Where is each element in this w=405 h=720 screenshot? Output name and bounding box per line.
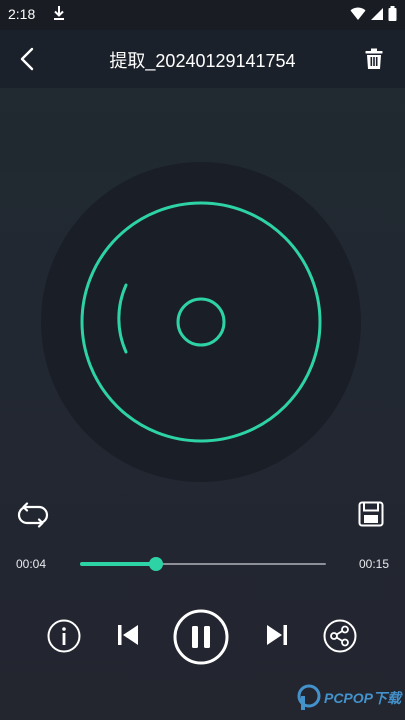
page-title: 提取_20240129141754: [109, 51, 296, 71]
wifi-icon: [350, 7, 366, 26]
share-button[interactable]: [323, 619, 357, 653]
total-time: 00:15: [358, 557, 389, 571]
seek-thumb[interactable]: [149, 557, 164, 571]
next-button[interactable]: [262, 620, 292, 650]
status-bar: 2:18: [0, 0, 405, 30]
watermark-text: PCPOP下载: [323, 690, 401, 706]
battery-icon: [388, 6, 397, 26]
share-icon: [323, 619, 357, 653]
pause-icon: [173, 609, 229, 665]
loop-button[interactable]: [14, 498, 52, 532]
save-button[interactable]: [357, 500, 385, 528]
save-icon: [358, 501, 384, 527]
chevron-left-icon: [20, 47, 34, 71]
back-button[interactable]: [12, 44, 42, 74]
download-icon: [52, 4, 66, 22]
watermark: PCPOP下载: [297, 684, 401, 712]
previous-icon: [118, 625, 138, 645]
seek-bar[interactable]: [80, 554, 326, 574]
disc-background: [41, 162, 361, 482]
watermark-logo-icon: [297, 684, 321, 710]
disc-artwork: [40, 162, 362, 484]
audio-player-screen: 2:18 提取_20240129141754 00:04 00:15 PCPOP…: [0, 0, 405, 720]
current-time: 00:04: [16, 557, 47, 571]
seek-progress: [80, 562, 157, 566]
pause-button[interactable]: [173, 609, 229, 665]
signal-icon: [370, 7, 384, 26]
loop-icon: [17, 502, 49, 528]
app-bar: 提取_20240129141754: [0, 30, 405, 88]
delete-button[interactable]: [361, 44, 387, 74]
previous-button[interactable]: [113, 620, 143, 650]
trash-icon: [365, 48, 383, 69]
next-icon: [267, 625, 287, 645]
status-time: 2:18: [8, 6, 36, 22]
info-button[interactable]: [47, 619, 81, 653]
info-icon: [47, 619, 81, 653]
status-icons: [350, 6, 397, 26]
